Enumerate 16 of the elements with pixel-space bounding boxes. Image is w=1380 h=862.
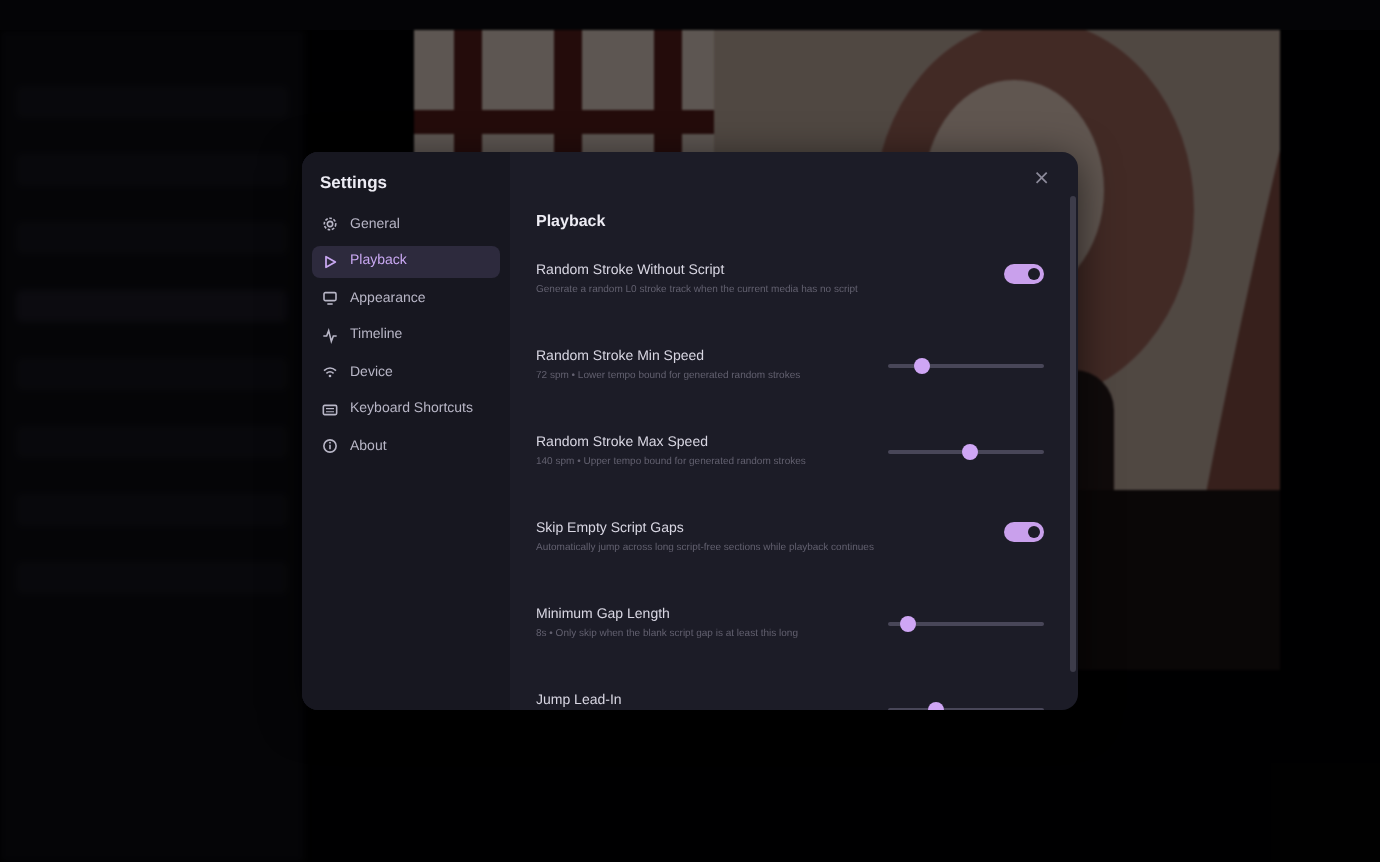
keyboard-icon (322, 401, 338, 418)
dialog-title: Settings (318, 172, 390, 196)
toggle-switch[interactable] (1004, 522, 1044, 542)
slider-thumb[interactable] (961, 444, 978, 460)
toggle-switch[interactable] (1004, 264, 1044, 284)
scrollbar[interactable] (1070, 196, 1076, 672)
monitor-icon (322, 290, 338, 307)
slider-thumb[interactable] (900, 616, 917, 632)
wifi-icon (322, 364, 338, 381)
settings-icon (322, 216, 338, 233)
info-icon (322, 438, 338, 455)
play-icon (322, 253, 338, 270)
slider-thumb[interactable] (914, 358, 931, 374)
section-title: Playback (536, 212, 608, 230)
close-button[interactable]: × (1029, 168, 1054, 192)
pulse-icon (322, 327, 338, 344)
